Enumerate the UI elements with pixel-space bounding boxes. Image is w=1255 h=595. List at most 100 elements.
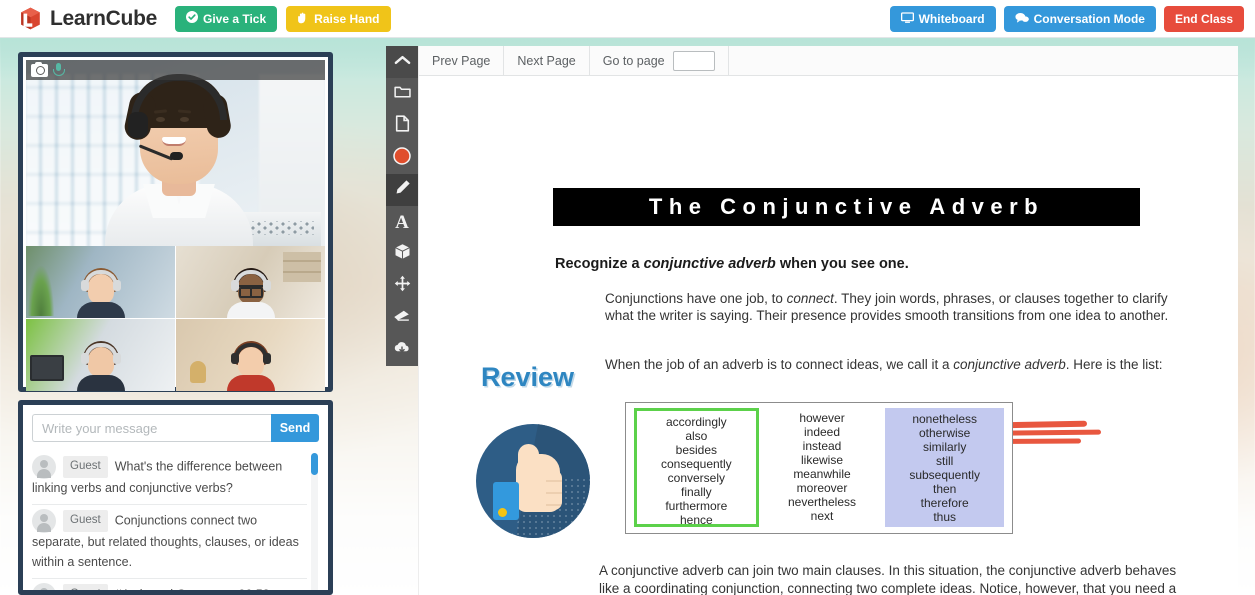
word-item: then [933, 482, 957, 497]
cube-icon [394, 243, 411, 265]
chat-author: Guest [63, 510, 108, 533]
lesson-paragraph-1: Conjunctions have one job, to connect. T… [605, 290, 1175, 325]
next-page-button[interactable]: Next Page [504, 46, 590, 75]
top-bar-actions: Whiteboard Conversation Mode End Class [889, 6, 1244, 32]
word-item: however [799, 411, 845, 425]
video-panel [18, 52, 333, 392]
red-circle-icon [393, 146, 411, 170]
word-item: subsequently [909, 468, 981, 483]
conjunctive-adverb-word-box: accordingly also besides consequently co… [625, 402, 1013, 534]
para2-part-2: . Here is the list: [1065, 357, 1163, 372]
text-a-icon: A [395, 211, 409, 233]
whiteboard-button[interactable]: Whiteboard [889, 6, 996, 32]
heading-emphasis: conjunctive adverb [643, 256, 776, 272]
download-tool-button[interactable] [386, 334, 418, 366]
student-1-video[interactable] [26, 246, 175, 318]
move-arrows-icon [394, 275, 411, 297]
brand-name: LearnCube [50, 6, 157, 30]
brand: LearnCube [18, 6, 157, 31]
cloud-download-icon [393, 340, 411, 360]
main-video-teacher[interactable] [26, 60, 325, 246]
chat-message-input[interactable] [32, 414, 271, 442]
word-item: meanwhile [793, 467, 851, 482]
go-to-page-input[interactable] [672, 50, 715, 71]
word-column-2: however indeed instead likewise meanwhil… [763, 407, 882, 529]
go-to-page-label: Go to page [602, 53, 665, 68]
raise-hand-label: Raise Hand [314, 11, 380, 26]
chat-compose-row: Send [32, 414, 319, 442]
word-item: conversely [667, 471, 726, 486]
word-column-3-blue-highlight: nonetheless otherwise similarly still su… [885, 408, 1005, 527]
whiteboard-label: Whiteboard [918, 12, 985, 26]
whiteboard-canvas: Prev Page Next Page Go to page The Conju… [418, 46, 1238, 595]
student-video-grid [26, 246, 325, 391]
chat-bubble-icon [1015, 12, 1029, 27]
prev-page-button[interactable]: Prev Page [419, 46, 505, 75]
word-item: otherwise [919, 426, 971, 441]
para1-part-1: Conjunctions have one job, to [605, 291, 787, 306]
chat-panel: Send GuestWhat's the difference between … [18, 400, 333, 595]
page-title: The Conjunctive Adverb [648, 194, 1045, 219]
lesson-paragraph-2: When the job of an adverb is to connect … [605, 356, 1165, 373]
text-tool-button[interactable]: A [386, 206, 418, 238]
lesson-document[interactable]: The Conjunctive Adverb Recognize a conju… [419, 76, 1238, 595]
eraser-tool-button[interactable] [386, 302, 418, 334]
open-folder-button[interactable] [386, 78, 418, 110]
chat-text: #Activated Camera at 06:58 [114, 587, 270, 595]
shape-tool-button[interactable] [386, 238, 418, 270]
give-a-tick-button[interactable]: Give a Tick [175, 5, 278, 32]
thumbs-up-sticker [476, 424, 590, 538]
collapse-toolbar-button[interactable] [386, 46, 418, 78]
word-item: finally [680, 485, 712, 500]
student-4-video[interactable] [176, 319, 325, 391]
word-item: thus [933, 510, 957, 525]
page-navigation-bar: Prev Page Next Page Go to page [419, 46, 1238, 76]
go-to-page-group: Go to page [590, 46, 729, 75]
file-icon [395, 115, 410, 137]
whiteboard-area: A Prev Page Next Page Go to page The Con… [386, 46, 1238, 595]
chat-author: Guest [63, 456, 108, 478]
word-item: still [936, 454, 954, 469]
para1-emphasis: connect [786, 291, 834, 306]
student-3-video[interactable] [26, 319, 175, 391]
heading-part-2: when you see one. [775, 256, 909, 272]
color-swatch-button[interactable] [386, 142, 418, 174]
video-controls-bar [26, 60, 325, 80]
end-class-label: End Class [1174, 12, 1233, 26]
microphone-icon[interactable] [52, 62, 65, 78]
chat-scrollbar-thumb[interactable] [311, 453, 318, 475]
lesson-paragraph-3: A conjunctive adverb can join two main c… [599, 563, 1177, 595]
word-item: instead [802, 439, 842, 454]
raise-hand-button[interactable]: Raise Hand [286, 5, 391, 32]
chat-message: Guest Conjunctions connect two separate, … [32, 505, 307, 580]
raised-hand-icon [297, 11, 309, 27]
move-tool-button[interactable] [386, 270, 418, 302]
word-item: next [810, 509, 834, 524]
word-item: nevertheless [787, 495, 857, 510]
check-circle-icon [186, 11, 198, 26]
new-page-button[interactable] [386, 110, 418, 142]
send-button[interactable]: Send [271, 414, 319, 442]
student-2-video[interactable] [176, 246, 325, 318]
avatar [32, 583, 56, 590]
end-class-button[interactable]: End Class [1163, 6, 1244, 32]
heading-part-1: Recognize a [555, 256, 644, 272]
give-a-tick-label: Give a Tick [203, 11, 267, 26]
word-column-1-green-highlight: accordingly also besides consequently co… [634, 408, 759, 527]
pen-tool-button[interactable] [386, 174, 418, 206]
lesson-title-bar: The Conjunctive Adverb [553, 188, 1140, 226]
camera-icon[interactable] [31, 61, 48, 77]
left-column: Send GuestWhat's the difference between … [18, 52, 333, 595]
para2-part-1: When the job of an adverb is to connect … [605, 357, 954, 372]
para2-emphasis: conjunctive adverb [953, 357, 1066, 372]
word-item: indeed [803, 425, 841, 440]
chat-message-list[interactable]: Guest What's the difference between linki… [32, 451, 319, 595]
word-item: besides [675, 443, 718, 458]
word-item: accordingly [665, 415, 727, 429]
eraser-icon [393, 309, 411, 327]
conversation-mode-label: Conversation Mode [1033, 12, 1145, 26]
conversation-mode-button[interactable]: Conversation Mode [1003, 6, 1156, 32]
word-item: similarly [923, 440, 967, 455]
folder-icon [393, 84, 411, 104]
word-item: consequently [660, 457, 732, 472]
